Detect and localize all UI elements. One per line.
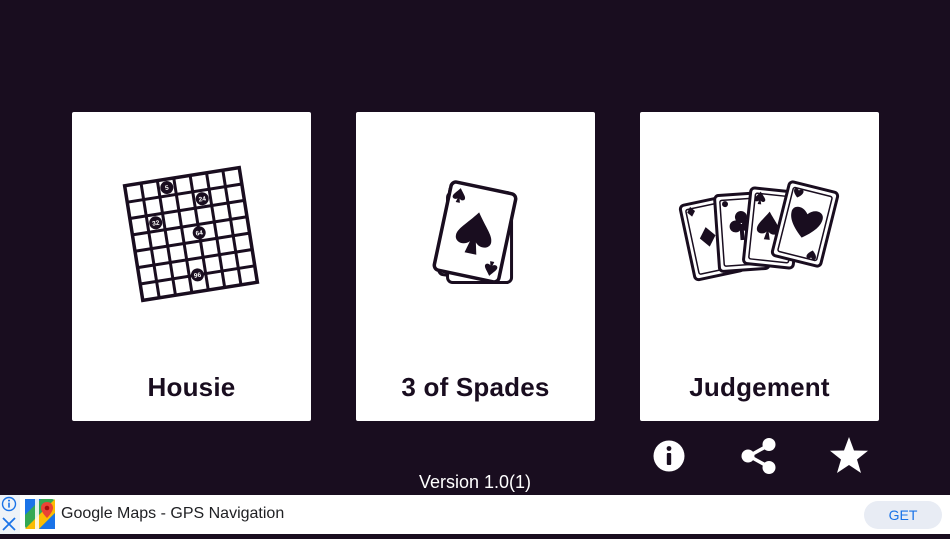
svg-text:64: 64	[195, 230, 204, 238]
judgement-label: Judgement	[689, 372, 830, 402]
ad-choices[interactable]	[0, 495, 20, 534]
housie-number-5: 5	[160, 181, 174, 195]
get-button[interactable]: GET	[864, 501, 942, 529]
version-text: Version 1.0(1)	[418, 472, 532, 492]
three-of-spades-label: 3 of Spades	[401, 372, 550, 402]
three-of-spades-card[interactable]: 3 of Spades	[356, 112, 595, 421]
ad-info-icon[interactable]	[1, 496, 17, 512]
info-icon	[653, 440, 685, 472]
svg-text:24: 24	[198, 196, 207, 204]
housie-card[interactable]: 5 24 32 64 96 Housie	[72, 112, 311, 421]
rate-button[interactable]	[829, 436, 869, 476]
housie-number-32: 32	[149, 216, 163, 230]
ad-close-icon[interactable]	[2, 517, 16, 531]
housie-number-96: 96	[190, 268, 204, 282]
share-button[interactable]	[739, 436, 779, 476]
svg-text:32: 32	[152, 220, 161, 228]
housie-number-24: 24	[195, 192, 209, 206]
google-maps-app-icon	[25, 499, 55, 529]
ad-app-name[interactable]: Google Maps - GPS Navigation	[61, 505, 284, 523]
judgement-card[interactable]: Judgement	[640, 112, 879, 421]
svg-text:96: 96	[193, 272, 202, 280]
star-icon	[830, 437, 868, 473]
share-icon	[741, 438, 776, 474]
ad-banner[interactable]: Google Maps - GPS Navigation GET	[0, 495, 950, 534]
housie-number-64: 64	[192, 226, 206, 240]
info-button[interactable]	[650, 436, 690, 476]
housie-label: Housie	[147, 372, 236, 402]
